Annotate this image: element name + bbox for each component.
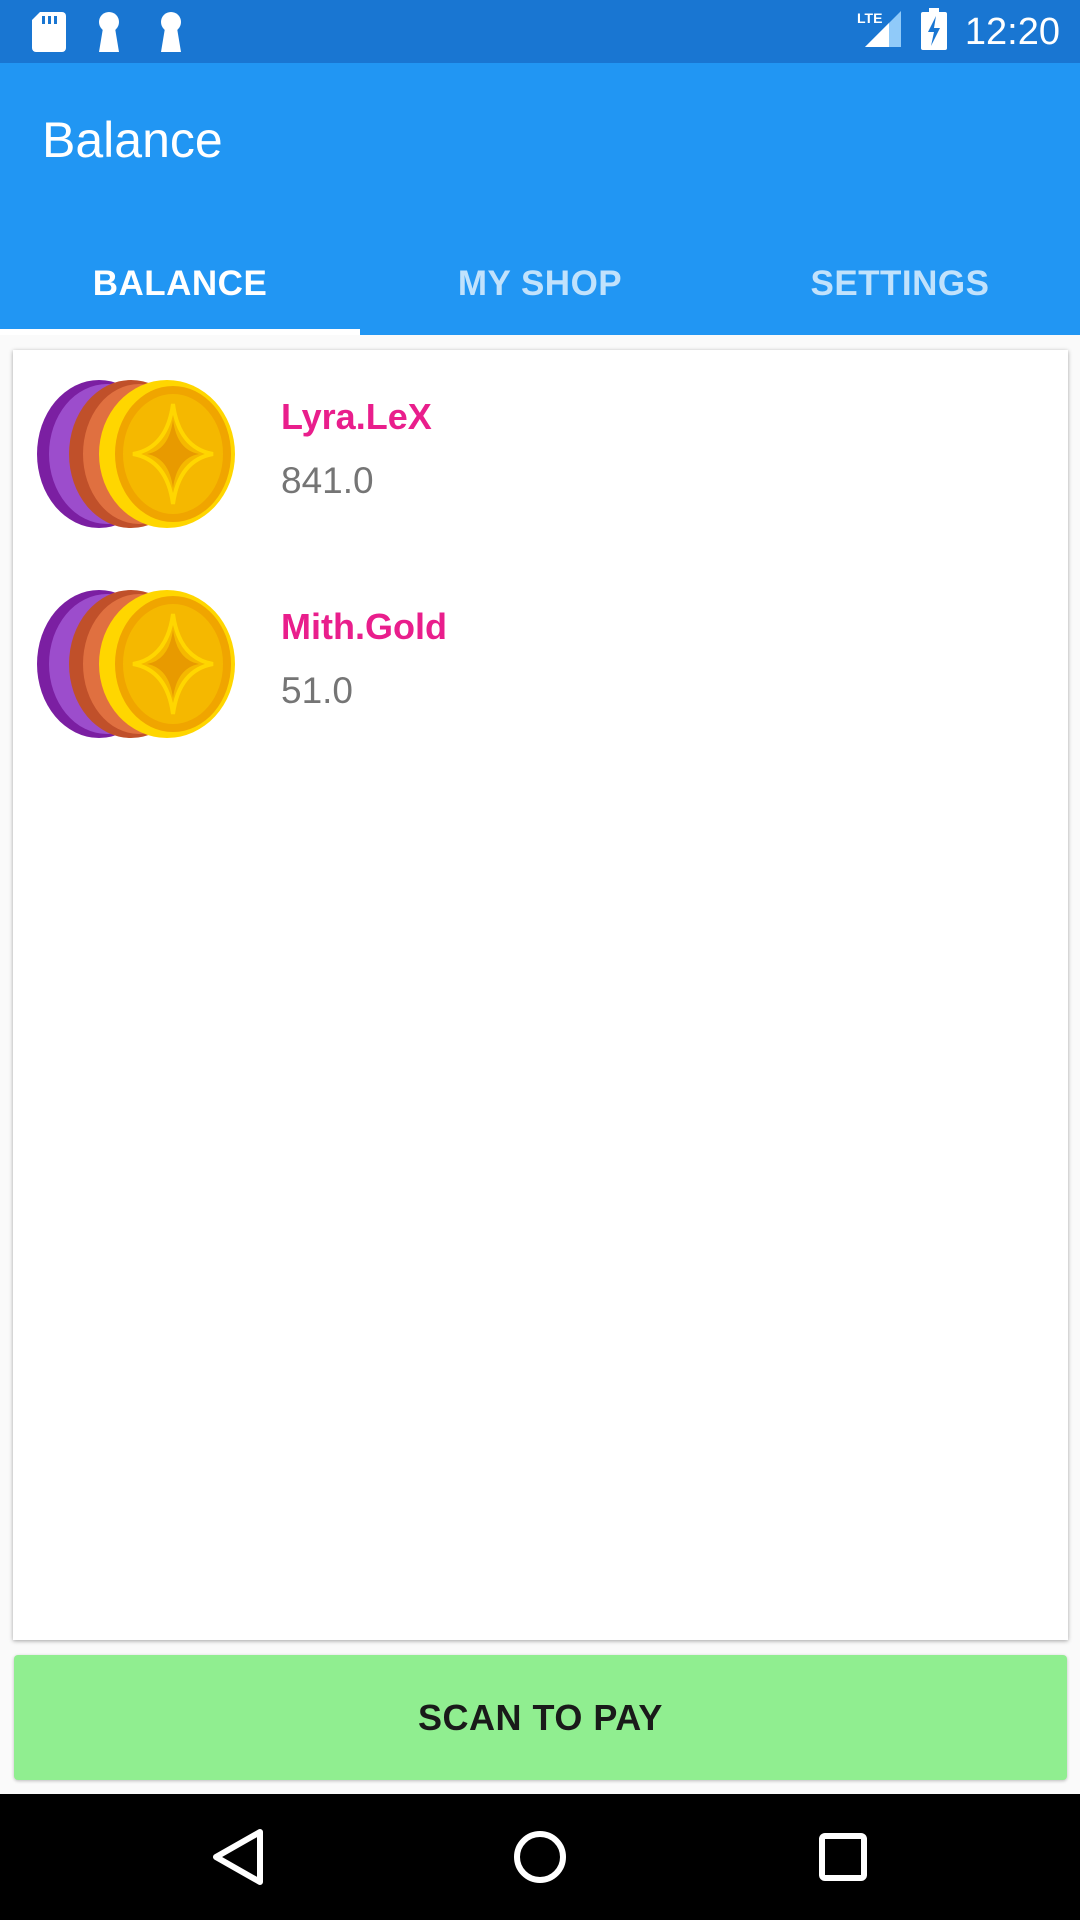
recents-icon[interactable] [808,1822,878,1892]
coins-icon [27,590,239,738]
keyhole-icon [94,12,128,52]
page-title: Balance [42,112,223,168]
back-icon[interactable] [202,1822,272,1892]
tab-bar: BALANCE MY SHOP SETTINGS [0,233,1080,335]
app-bar: Balance BALANCE MY SHOP SETTINGS [0,63,1080,335]
tab-label: SETTINGS [810,264,990,303]
currency-name: Lyra.LeX [281,396,432,437]
sd-card-icon [32,12,66,52]
coins-icon [27,380,239,528]
tab-my-shop[interactable]: MY SHOP [360,233,720,335]
list-item[interactable]: Lyra.LeX 841.0 [13,350,1068,528]
keyhole-icon [156,12,190,52]
clock: 12:20 [964,10,1060,53]
tab-balance[interactable]: BALANCE [0,233,360,335]
scan-to-pay-button[interactable]: SCAN TO PAY [14,1655,1067,1780]
tab-label: BALANCE [92,264,268,303]
home-icon[interactable] [505,1822,575,1892]
list-item[interactable]: Mith.Gold 51.0 [13,560,1068,738]
currency-amount: 51.0 [281,670,354,711]
currency-name: Mith.Gold [281,606,447,647]
balance-list[interactable]: Lyra.LeX 841.0 Mith.Gold 51.0 [13,350,1068,1640]
currency-amount: 841.0 [281,460,374,501]
navigation-bar [0,1794,1080,1920]
battery-charging-icon [920,8,947,55]
status-bar: LTE 12:20 [0,0,1080,63]
tab-settings[interactable]: SETTINGS [720,233,1080,335]
lte-signal-icon: LTE [857,9,903,54]
svg-text:LTE: LTE [857,10,882,26]
tab-label: MY SHOP [457,264,623,303]
